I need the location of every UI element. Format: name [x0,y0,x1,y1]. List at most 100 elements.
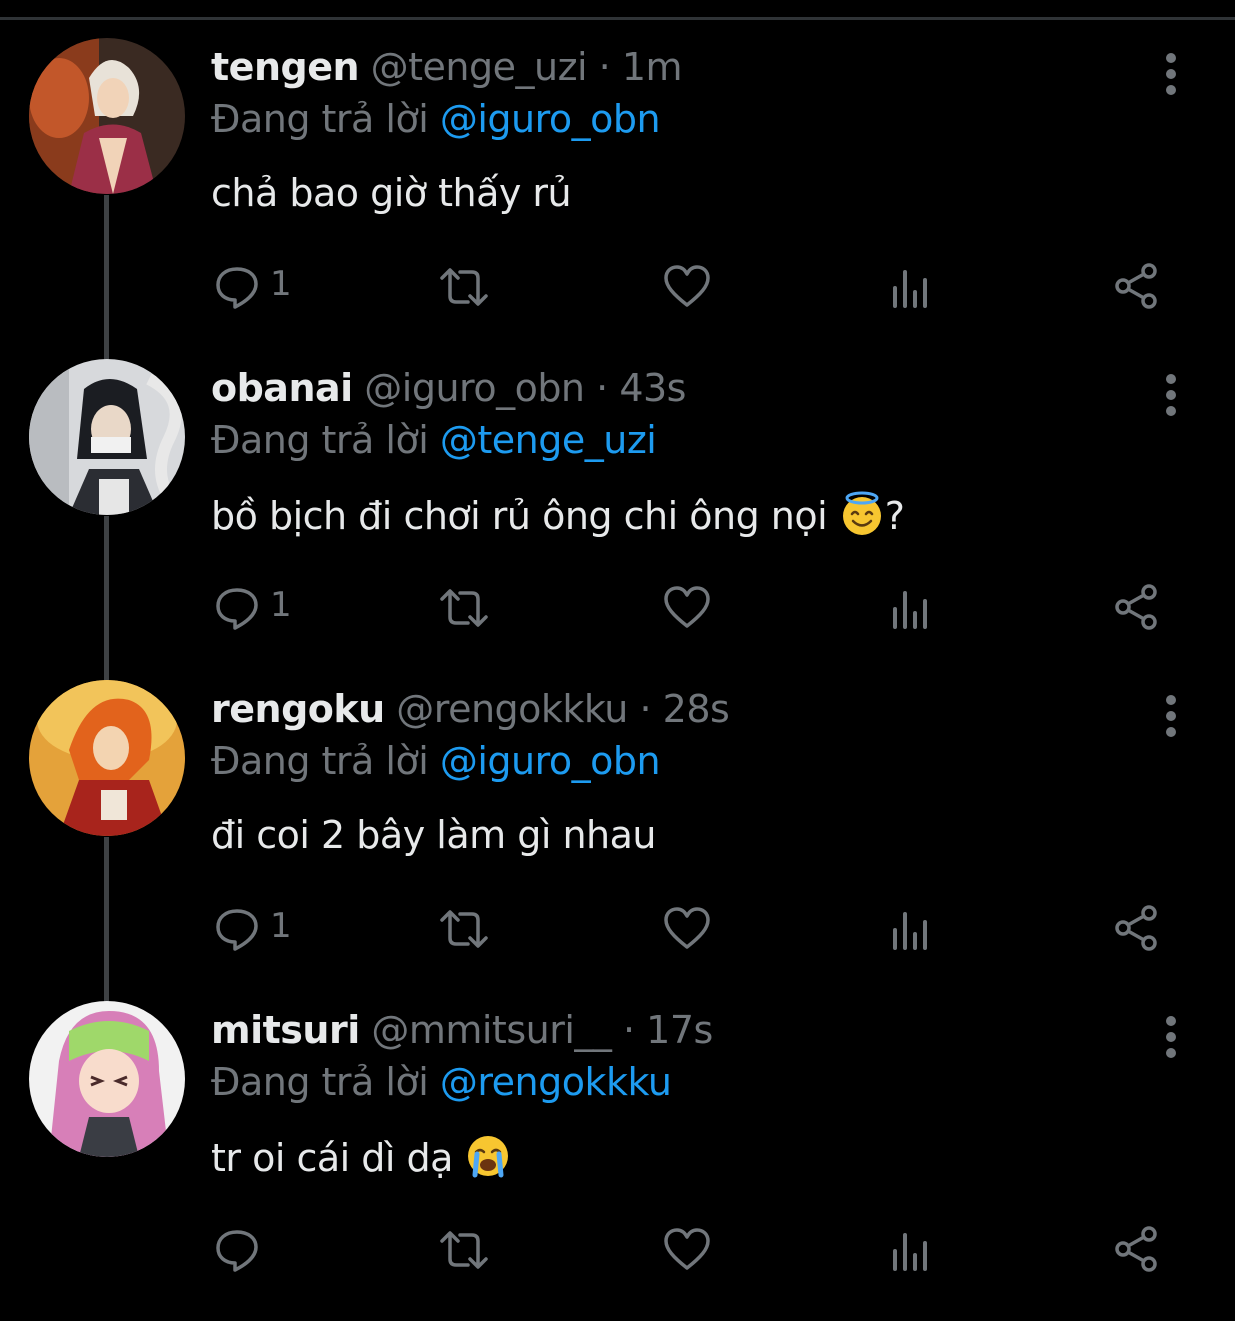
separator-dot: · [598,45,611,89]
tweet-body: bồ bịch đi chơi rủ ông chi ông nọi [211,494,828,538]
more-vertical-icon[interactable] [1156,692,1186,752]
loudly-crying-face-icon [465,1133,511,1179]
tweet[interactable]: tengen @tenge_uzi · 1m Đang trả lời @igu… [0,38,1235,358]
share-button[interactable] [1113,256,1161,316]
tweet[interactable]: obanai @iguro_obn · 43s Đang trả lời @te… [0,359,1235,679]
timestamp[interactable]: 43s [619,366,686,410]
rengoku-avatar[interactable] [29,680,185,836]
tweet[interactable]: mitsuri @mmitsuri__ · 17s Đang trả lời @… [0,1001,1235,1321]
reply-mention-link[interactable]: @tenge_uzi [440,418,657,462]
retweet-button[interactable] [438,1219,490,1279]
views-icon [893,591,927,629]
reply-prefix: Đang trả lời [211,97,429,141]
retweet-button[interactable] [438,898,490,958]
heart-icon [664,265,710,307]
reply-count: 1 [270,585,292,625]
share-button[interactable] [1113,577,1161,637]
reply-mention-link[interactable]: @iguro_obn [440,739,661,783]
views-icon [893,270,927,308]
separator-dot: · [596,366,608,410]
top-divider [0,17,1235,20]
user-handle[interactable]: @mmitsuri__ [371,1008,612,1052]
heart-icon [664,907,710,949]
reply-button[interactable]: 1 [214,577,292,637]
tweet-actions: 1 [0,898,1235,958]
retweet-icon [440,910,488,948]
display-name[interactable]: mitsuri [211,1008,360,1052]
replying-to: Đang trả lời @iguro_obn [211,96,661,142]
views-button[interactable] [890,1219,934,1279]
reply-prefix: Đang trả lời [211,1060,429,1104]
tweet-actions: 1 [0,577,1235,637]
reply-icon [216,588,258,630]
tweet-body: đi coi 2 bây làm gì nhau [211,813,657,857]
more-vertical-icon[interactable] [1156,371,1186,431]
tweet-header: tengen @tenge_uzi · 1m [211,44,683,90]
retweet-icon [440,268,488,306]
share-icon [1115,1226,1157,1272]
reply-mention-link[interactable]: @iguro_obn [440,97,661,141]
share-button[interactable] [1113,898,1161,958]
timestamp[interactable]: 28s [663,687,730,731]
separator-dot: · [622,1008,635,1052]
separator-dot: · [639,687,652,731]
reply-count: 1 [270,906,292,946]
tweet-body: chả bao giờ thấy rủ [211,171,572,215]
like-button[interactable] [663,898,711,958]
reply-button[interactable]: 1 [214,898,292,958]
tweet-body: tr oi cái dì dạ [211,1136,453,1180]
replying-to: Đang trả lời @iguro_obn [211,738,661,784]
user-handle[interactable]: @rengokkku [396,687,628,731]
obanai-avatar[interactable] [29,359,185,515]
tweet-header: mitsuri @mmitsuri__ · 17s [211,1007,713,1053]
views-button[interactable] [890,577,934,637]
tweet-text: bồ bịch đi chơi rủ ông chi ông nọi ? [211,491,905,539]
timestamp[interactable]: 17s [646,1008,713,1052]
smiling-face-with-halo-icon [839,491,885,537]
tweet-actions [0,1219,1235,1279]
tweet-body-suffix: ? [884,494,905,538]
heart-icon [664,586,710,628]
reply-mention-link[interactable]: @rengokkku [440,1060,672,1104]
replying-to: Đang trả lời @tenge_uzi [211,417,657,463]
share-icon [1115,263,1157,309]
replying-to: Đang trả lời @rengokkku [211,1059,672,1105]
share-button[interactable] [1113,1219,1161,1279]
timestamp[interactable]: 1m [622,45,683,89]
reply-count: 1 [270,264,292,304]
user-handle[interactable]: @iguro_obn [364,366,585,410]
display-name[interactable]: obanai [211,366,353,410]
like-button[interactable] [663,577,711,637]
display-name[interactable]: rengoku [211,687,385,731]
tweet[interactable]: rengoku @rengokkku · 28s Đang trả lời @i… [0,680,1235,1000]
tweet-actions: 1 [0,256,1235,316]
views-button[interactable] [890,898,934,958]
retweet-icon [440,589,488,627]
more-vertical-icon[interactable] [1156,1013,1186,1073]
retweet-button[interactable] [438,256,490,316]
share-icon [1115,584,1157,630]
user-handle[interactable]: @tenge_uzi [371,45,588,89]
reply-button[interactable] [214,1219,260,1279]
tengen-avatar[interactable] [29,38,185,194]
reply-icon [216,1230,258,1272]
retweet-icon [440,1231,488,1269]
tweet-text: tr oi cái dì dạ [211,1133,511,1181]
more-vertical-icon[interactable] [1156,50,1186,110]
reply-prefix: Đang trả lời [211,418,429,462]
display-name[interactable]: tengen [211,45,360,89]
reply-prefix: Đang trả lời [211,739,429,783]
heart-icon [664,1228,710,1270]
retweet-button[interactable] [438,577,490,637]
tweet-text: chả bao giờ thấy rủ [211,170,572,216]
views-button[interactable] [890,256,934,316]
tweet-header: obanai @iguro_obn · 43s [211,365,686,411]
reply-icon [216,267,258,309]
share-icon [1115,905,1157,951]
tweet-text: đi coi 2 bây làm gì nhau [211,812,657,858]
reply-icon [216,909,258,951]
mitsuri-avatar[interactable] [29,1001,185,1157]
reply-button[interactable]: 1 [214,256,292,316]
like-button[interactable] [663,256,711,316]
like-button[interactable] [663,1219,711,1279]
